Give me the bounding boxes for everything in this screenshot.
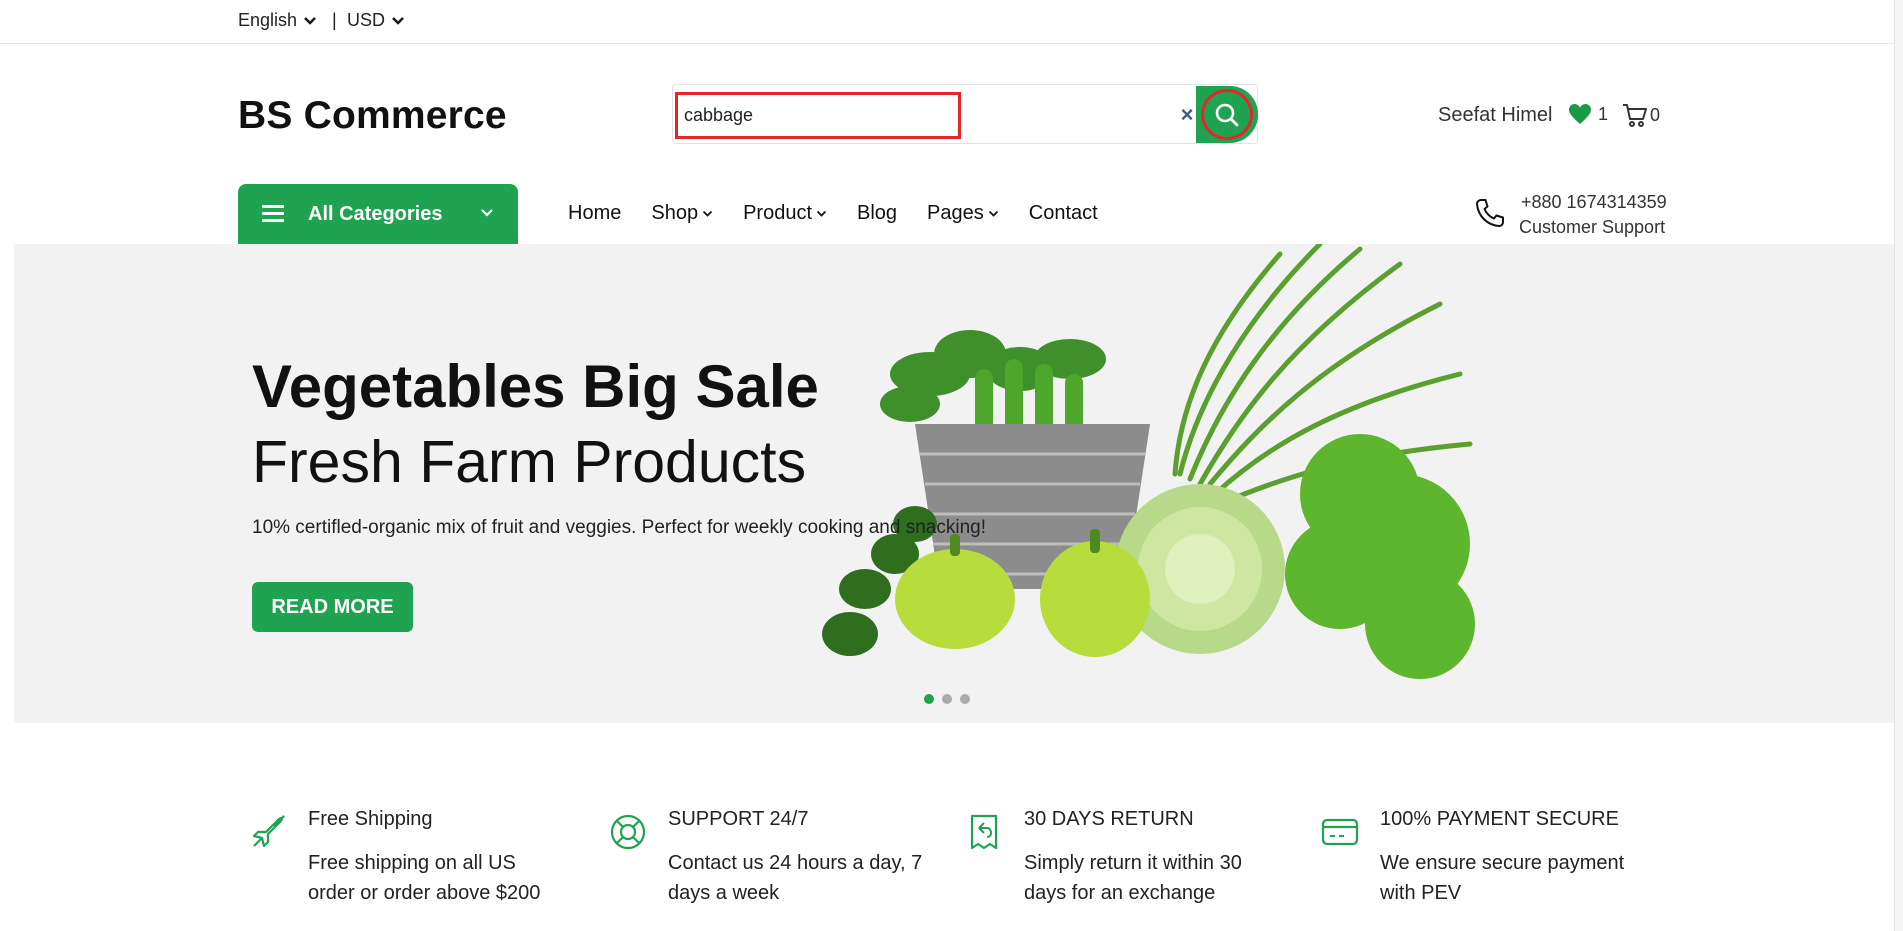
feature-description: Simply return it within 30 days for an e… [1024,852,1242,904]
all-categories-label: All Categories [308,202,443,225]
hero-title: Vegetables Big Sale [252,353,819,420]
hero-description: 10% certifled-organic mix of fruit and v… [252,517,986,538]
slider-dot[interactable] [924,694,934,704]
feature-title: SUPPORT 24/7 [668,808,809,830]
nav-shop[interactable]: Shop [651,202,713,225]
language-selector[interactable]: English [238,10,317,31]
read-more-button[interactable]: READ MORE [252,582,413,632]
lifebuoy-icon [610,814,646,850]
vegetables-image [822,244,1475,679]
nav-home-label: Home [568,202,622,224]
nav-product-label: Product [743,202,813,224]
cart-icon [1623,104,1647,127]
chevron-down-icon [304,16,316,25]
search-input[interactable] [675,92,961,139]
heart-icon [1569,104,1591,124]
slider-dots [924,694,970,704]
all-categories-button[interactable]: All Categories [238,184,518,244]
nav-pages[interactable]: Pages [927,202,999,225]
chevron-down-icon [988,210,998,217]
support-phone[interactable]: +880 1674314359 [1521,192,1667,213]
cart-count: 0 [1650,104,1661,125]
nav-shop-label: Shop [651,202,699,224]
chevron-down-icon [392,16,404,25]
phone-icon [1476,199,1504,227]
slider-dot[interactable] [960,694,970,704]
chevron-down-icon [816,210,827,217]
nav-blog[interactable]: Blog [857,202,897,225]
card-icon [1321,818,1359,846]
language-label: English [238,10,298,30]
feature-title: 100% PAYMENT SECURE [1380,808,1619,830]
menu-icon [262,205,284,223]
currency-label: USD [347,10,386,30]
plane-icon [252,815,285,848]
feature-description: We ensure secure payment with PEV [1380,852,1625,904]
support-label: Customer Support [1519,217,1666,237]
topbar-separator: | [332,10,337,30]
nav-home[interactable]: Home [568,202,621,225]
search-icon [1215,103,1239,126]
nav-product[interactable]: Product [743,202,827,225]
slider-dot[interactable] [942,694,952,704]
hero-subtitle: Fresh Farm Products [252,429,807,495]
feature-title: Free Shipping [308,808,433,830]
user-account-link[interactable]: Seefat Himel [1438,104,1553,127]
cart-button[interactable]: 0 [1622,102,1660,128]
main-nav: Home Shop Product Blog Pages Contact [568,202,1128,225]
page-scrollbar[interactable] [1894,0,1903,931]
nav-blog-label: Blog [857,202,898,224]
top-bar: English | USD [0,0,1903,44]
return-icon [970,814,998,850]
chevron-down-icon [481,209,493,217]
feature-description: Contact us 24 hours a day, 7 days a week [668,852,923,904]
site-logo[interactable]: BS Commerce [238,94,507,138]
nav-pages-label: Pages [927,202,984,224]
search-button[interactable] [1196,86,1258,143]
feature-title: 30 DAYS RETURN [1024,808,1194,830]
wishlist-count: 1 [1598,103,1609,124]
currency-selector[interactable]: USD [347,10,405,31]
chevron-down-icon [702,210,713,217]
search-clear-button[interactable]: × [1176,104,1198,126]
nav-contact-label: Contact [1028,202,1098,224]
feature-description: Free shipping on all US order or order a… [308,852,541,904]
wishlist-button[interactable]: 1 [1568,103,1608,125]
nav-contact[interactable]: Contact [1029,202,1098,225]
